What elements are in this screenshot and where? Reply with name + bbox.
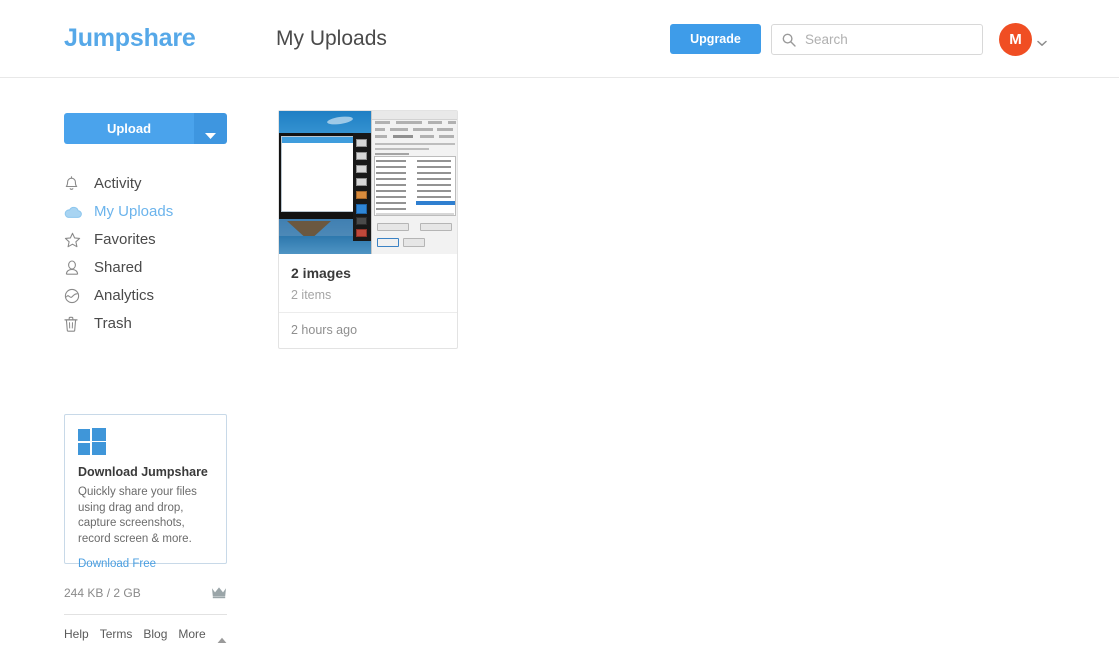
sidebar-item-label: Activity xyxy=(94,175,142,192)
search-input[interactable] xyxy=(803,25,975,54)
search-box[interactable] xyxy=(771,24,983,55)
star-icon xyxy=(64,231,86,249)
crown-icon[interactable] xyxy=(211,586,227,599)
thumbnail-screenshot-settings xyxy=(371,111,457,254)
bell-icon xyxy=(64,175,86,193)
card-body: 2 images 2 items xyxy=(279,254,457,312)
card-timestamp: 2 hours ago xyxy=(291,323,358,337)
footer-link-terms[interactable]: Terms xyxy=(100,626,133,642)
upload-card[interactable]: 2 images 2 items 2 hours ago xyxy=(278,110,458,349)
brand-logo[interactable]: Jumpshare xyxy=(64,22,196,54)
storage-divider xyxy=(64,614,227,615)
trash-icon xyxy=(64,315,86,333)
avatar[interactable]: M xyxy=(999,23,1032,56)
sidebar-item-activity[interactable]: Activity xyxy=(64,170,244,198)
download-promo-card: Download Jumpshare Quickly share your fi… xyxy=(64,414,227,570)
uploads-grid: 2 images 2 items 2 hours ago xyxy=(278,110,458,349)
footer-links: Help Terms Blog More xyxy=(64,626,227,643)
sidebar-item-label: My Uploads xyxy=(94,203,174,220)
sidebar-item-label: Favorites xyxy=(94,231,156,248)
download-free-link[interactable]: Download Free xyxy=(78,558,156,570)
upload-button-label[interactable]: Upload xyxy=(64,113,194,144)
analytics-icon xyxy=(64,287,86,305)
caret-down-icon xyxy=(205,126,216,139)
card-items-count: 2 items xyxy=(291,288,332,302)
page-title: My Uploads xyxy=(276,27,387,50)
sidebar-item-label: Trash xyxy=(94,315,132,332)
storage-meter: 244 KB / 2 GB xyxy=(64,585,227,601)
promo-title: Download Jumpshare xyxy=(78,465,208,479)
search-icon xyxy=(782,33,796,47)
windows-logo-icon xyxy=(78,428,106,455)
upgrade-button[interactable]: Upgrade xyxy=(670,24,761,54)
chevron-down-icon[interactable] xyxy=(1037,34,1047,46)
caret-up-icon[interactable] xyxy=(217,631,227,643)
sidebar-item-shared[interactable]: Shared xyxy=(64,254,244,282)
sidebar-item-favorites[interactable]: Favorites xyxy=(64,226,244,254)
card-thumbnail[interactable] xyxy=(279,111,457,254)
sidebar-item-trash[interactable]: Trash xyxy=(64,310,244,338)
sidebar-nav: Activity My Uploads Favorites Shared Ana… xyxy=(64,170,244,338)
card-title: 2 images xyxy=(291,265,351,281)
upload-button[interactable]: Upload xyxy=(64,113,227,144)
upload-dropdown-button[interactable] xyxy=(194,113,227,144)
sidebar-item-label: Analytics xyxy=(94,287,155,304)
person-icon xyxy=(64,259,86,277)
footer-link-blog[interactable]: Blog xyxy=(143,626,167,642)
sidebar-item-my-uploads[interactable]: My Uploads xyxy=(64,198,244,226)
storage-text: 244 KB / 2 GB xyxy=(64,586,141,600)
thumbnail-dock xyxy=(353,133,371,241)
promo-description: Quickly share your files using drag and … xyxy=(78,486,197,545)
sidebar-item-label: Shared xyxy=(94,259,143,276)
footer-link-more[interactable]: More xyxy=(178,626,205,642)
footer-link-help[interactable]: Help xyxy=(64,626,89,642)
cloud-icon xyxy=(64,203,86,221)
top-header: Jumpshare My Uploads Upgrade M xyxy=(0,0,1119,78)
sidebar-item-analytics[interactable]: Analytics xyxy=(64,282,244,310)
